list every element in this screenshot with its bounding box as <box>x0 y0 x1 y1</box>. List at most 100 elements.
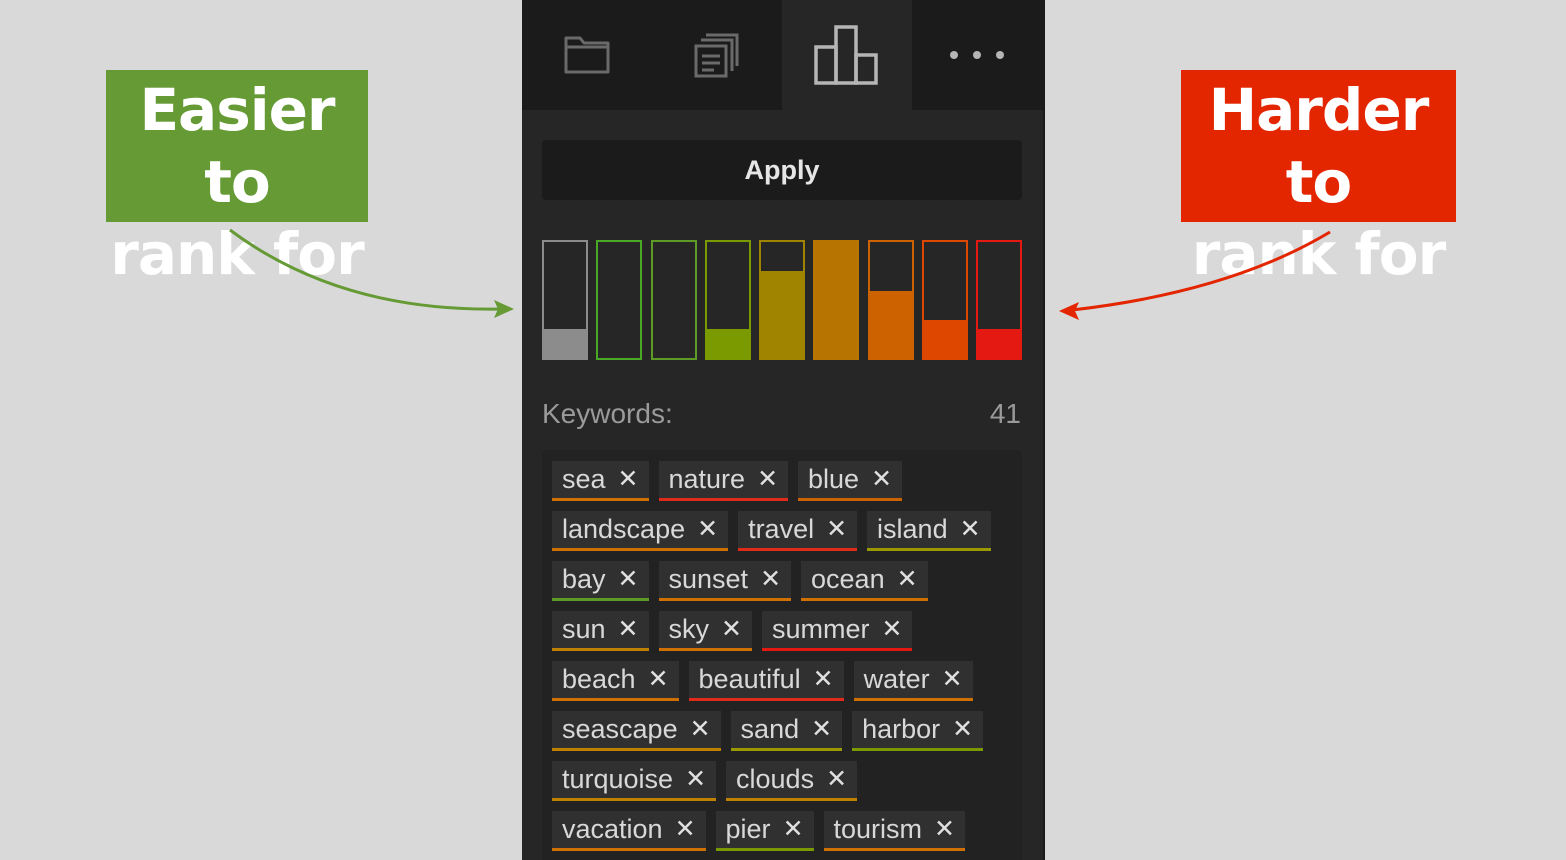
remove-keyword-icon[interactable]: ✕ <box>813 661 834 698</box>
remove-keyword-icon[interactable]: ✕ <box>618 561 639 598</box>
keyword-text: beautiful <box>698 664 801 694</box>
keyword-tag[interactable]: beautiful ✕ <box>688 661 844 701</box>
keywords-label: Keywords: <box>542 398 673 429</box>
keyword-text: pier <box>725 814 771 844</box>
remove-keyword-icon[interactable]: ✕ <box>952 711 973 748</box>
remove-keyword-icon[interactable]: ✕ <box>648 661 669 698</box>
remove-keyword-icon[interactable]: ✕ <box>881 611 902 648</box>
keyword-panel: Apply Keywords: 41 sea ✕ nature ✕ blue ✕ lands… <box>522 0 1045 860</box>
remove-keyword-icon[interactable]: ✕ <box>721 611 742 648</box>
harder-callout-line2: rank for <box>1191 220 1446 288</box>
keyword-text: sunset <box>668 564 749 594</box>
keyword-text: blue <box>808 464 860 494</box>
tab-more[interactable] <box>912 0 1042 110</box>
keyword-tag[interactable]: water ✕ <box>853 661 973 701</box>
keyword-text: beach <box>562 664 636 694</box>
keyword-text: landscape <box>562 514 686 544</box>
difficulty-bar-fill <box>815 242 858 358</box>
difficulty-bar-1[interactable] <box>542 240 588 360</box>
keyword-tag[interactable]: summer ✕ <box>761 611 913 651</box>
remove-keyword-icon[interactable]: ✕ <box>934 811 955 848</box>
keyword-text: water <box>863 664 930 694</box>
keyword-tag[interactable]: sky ✕ <box>658 611 752 651</box>
keyword-tag[interactable]: ocean ✕ <box>801 561 928 601</box>
remove-keyword-icon[interactable]: ✕ <box>826 511 847 548</box>
keyword-tag[interactable]: island ✕ <box>867 511 991 551</box>
keyword-text: ocean <box>811 564 885 594</box>
remove-keyword-icon[interactable]: ✕ <box>675 811 696 848</box>
difficulty-bar-2[interactable] <box>596 240 643 360</box>
difficulty-bar-5[interactable] <box>759 240 805 360</box>
tab-files[interactable] <box>522 0 652 110</box>
keyword-text: sky <box>668 614 710 644</box>
difficulty-bar-4[interactable] <box>704 240 751 360</box>
keyword-tag[interactable]: seascape ✕ <box>552 711 721 751</box>
tab-statistics[interactable] <box>782 0 912 110</box>
keyword-text: sand <box>740 714 800 744</box>
bar-chart-icon <box>814 25 878 85</box>
folder-icon <box>564 36 610 74</box>
keyword-tag[interactable]: beach ✕ <box>552 661 679 701</box>
keyword-text: sun <box>562 614 606 644</box>
easier-callout-line1: Easier to <box>139 76 335 216</box>
remove-keyword-icon[interactable]: ✕ <box>942 661 963 698</box>
difficulty-bar-fill <box>761 271 803 358</box>
keyword-tag[interactable]: sunset ✕ <box>658 561 792 601</box>
keyword-tag[interactable]: pier ✕ <box>715 811 814 851</box>
remove-keyword-icon[interactable]: ✕ <box>685 761 706 798</box>
remove-keyword-icon[interactable]: ✕ <box>618 611 639 648</box>
difficulty-bar-fill <box>706 329 749 358</box>
difficulty-histogram <box>542 240 1022 360</box>
keyword-text: turquoise <box>562 764 674 794</box>
easier-callout: Easier to rank for <box>106 70 368 288</box>
keyword-text: clouds <box>736 764 815 794</box>
difficulty-bar-7[interactable] <box>867 240 914 360</box>
remove-keyword-icon[interactable]: ✕ <box>960 511 981 548</box>
remove-keyword-icon[interactable]: ✕ <box>826 761 847 798</box>
remove-keyword-icon[interactable]: ✕ <box>697 511 718 548</box>
difficulty-bar-6[interactable] <box>813 240 860 360</box>
keyword-tag[interactable]: sea ✕ <box>552 461 649 501</box>
difficulty-bar-3[interactable] <box>650 240 697 360</box>
keyword-tag[interactable]: landscape ✕ <box>552 511 729 551</box>
easier-callout-line2: rank for <box>110 220 364 288</box>
keyword-tag[interactable]: tourism ✕ <box>823 811 965 851</box>
tab-documents[interactable] <box>652 0 782 110</box>
remove-keyword-icon[interactable]: ✕ <box>618 461 639 498</box>
remove-keyword-icon[interactable]: ✕ <box>757 461 778 498</box>
keyword-text: seascape <box>562 714 678 744</box>
difficulty-bar-9[interactable] <box>976 240 1022 360</box>
remove-keyword-icon[interactable]: ✕ <box>690 711 711 748</box>
keyword-text: sea <box>562 464 606 494</box>
keyword-tag[interactable]: clouds ✕ <box>726 761 858 801</box>
keyword-tag[interactable]: blue ✕ <box>798 461 903 501</box>
difficulty-bar-fill <box>923 319 966 358</box>
harder-callout-line1: Harder to <box>1208 76 1430 216</box>
difficulty-bar-8[interactable] <box>921 240 968 360</box>
remove-keyword-icon[interactable]: ✕ <box>897 561 918 598</box>
remove-keyword-icon[interactable]: ✕ <box>871 461 892 498</box>
documents-icon <box>694 33 739 78</box>
red-arrowhead <box>1059 302 1079 320</box>
harder-callout: Harder to rank for <box>1181 70 1456 288</box>
keyword-tag[interactable]: turquoise ✕ <box>552 761 717 801</box>
remove-keyword-icon[interactable]: ✕ <box>811 711 832 748</box>
keyword-text: vacation <box>562 814 663 844</box>
keyword-tag[interactable]: vacation ✕ <box>552 811 706 851</box>
tab-bar <box>522 0 1043 110</box>
keyword-tag[interactable]: nature ✕ <box>658 461 789 501</box>
keyword-tag[interactable]: sand ✕ <box>730 711 843 751</box>
keyword-text: summer <box>771 614 870 644</box>
keyword-tag[interactable]: travel ✕ <box>738 511 858 551</box>
keyword-text: travel <box>748 514 815 544</box>
remove-keyword-icon[interactable]: ✕ <box>760 561 781 598</box>
keyword-tag[interactable]: harbor ✕ <box>852 711 984 751</box>
keyword-text: tourism <box>833 814 923 844</box>
keyword-tag[interactable]: sun ✕ <box>552 611 649 651</box>
keyword-tag[interactable]: bay ✕ <box>552 561 649 601</box>
remove-keyword-icon[interactable]: ✕ <box>783 811 804 848</box>
keyword-tag-list: sea ✕ nature ✕ blue ✕ landscape ✕ travel ✕ island ✕… <box>542 450 1022 860</box>
keyword-text: island <box>877 514 948 544</box>
apply-button[interactable]: Apply <box>542 140 1022 200</box>
green-arrowhead <box>494 300 514 318</box>
